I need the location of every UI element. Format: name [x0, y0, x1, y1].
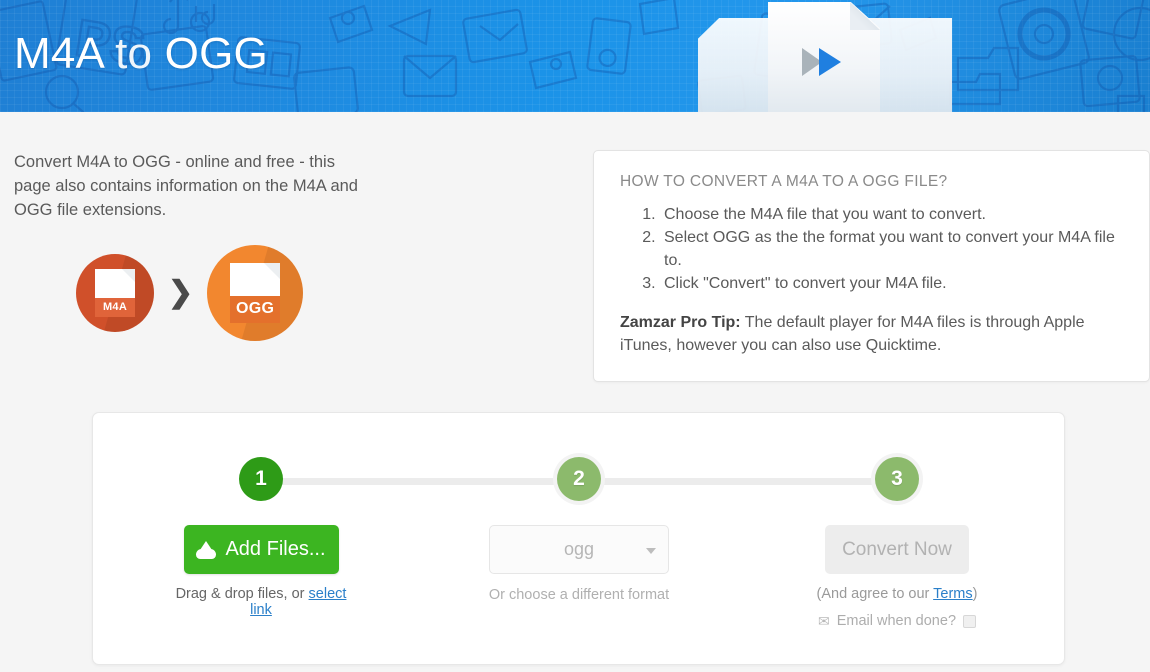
converter-card: 1 2 3 Add Files... Drag & drop files, or…	[92, 412, 1065, 665]
list-item: Select OGG as the the format you want to…	[660, 226, 1123, 272]
target-format-icon: OGG	[207, 245, 304, 341]
step-circle-1: 1	[239, 457, 283, 501]
step-circle-2: 2	[557, 457, 601, 501]
title-source-format: M4A	[14, 29, 103, 78]
banner-document-illustration	[690, 0, 960, 112]
title-connector: to	[115, 29, 153, 78]
format-select-value: ogg	[563, 539, 595, 559]
play-triangle-blue	[819, 48, 841, 76]
step-1-column: Add Files... Drag & drop files, or selec…	[169, 525, 353, 618]
intro-description: Convert M4A to OGG - online and free - t…	[14, 153, 358, 219]
drag-drop-text: Drag & drop files, or	[175, 586, 309, 602]
target-format-label: OGG	[230, 296, 281, 323]
pro-tip-label: Zamzar Pro Tip:	[620, 314, 741, 331]
email-notify-row: ✉ Email when done?	[805, 613, 989, 629]
format-select[interactable]: ogg	[489, 525, 669, 574]
add-files-label: Add Files...	[225, 538, 326, 560]
title-target-format: OGG	[164, 29, 268, 78]
source-format-label: M4A	[95, 298, 135, 317]
pro-tip: Zamzar Pro Tip: The default player for M…	[620, 311, 1123, 357]
how-to-convert-panel: HOW TO CONVERT A M4A TO A OGG FILE? Choo…	[593, 150, 1150, 382]
email-notify-label: Email when done?	[836, 613, 957, 629]
page-title: M4A to OGG	[14, 26, 268, 82]
chevron-down-icon	[646, 547, 656, 554]
convert-now-button[interactable]: Convert Now	[825, 525, 969, 574]
terms-prefix: (And agree to our	[816, 586, 934, 602]
format-conversion-icons: M4A ❯ OGG	[76, 245, 304, 341]
email-notify-checkbox[interactable]	[963, 614, 977, 628]
envelope-icon: ✉	[817, 613, 830, 629]
terms-suffix: )	[972, 586, 978, 602]
step-3-column: Convert Now (And agree to our Terms) ✉ E…	[805, 525, 989, 629]
drag-drop-caption: Drag & drop files, or select link	[169, 586, 353, 618]
conversion-arrow-icon: ❯	[168, 276, 194, 309]
terms-agreement: (And agree to our Terms)	[805, 586, 989, 602]
step-circle-3: 3	[875, 457, 919, 501]
source-format-icon: M4A	[76, 254, 154, 332]
list-item: Choose the M4A file that you want to con…	[660, 203, 1123, 226]
list-item: Click "Convert" to convert your M4A file…	[660, 272, 1123, 295]
upload-cloud-icon	[196, 540, 217, 559]
source-file-glyph: M4A	[95, 269, 135, 317]
target-file-glyph: OGG	[230, 263, 281, 323]
conversion-steps-list: Choose the M4A file that you want to con…	[646, 203, 1123, 295]
step-2-column: ogg Or choose a different format	[487, 525, 671, 603]
terms-link[interactable]: Terms	[933, 586, 972, 602]
page-banner: PS M4A to OGG	[0, 0, 1150, 112]
step-indicator: 1 2 3	[93, 457, 1064, 505]
panel-heading: HOW TO CONVERT A M4A TO A OGG FILE?	[620, 173, 948, 190]
format-select-caption: Or choose a different format	[488, 587, 670, 603]
intro-section: Convert M4A to OGG - online and free - t…	[14, 150, 374, 222]
add-files-button[interactable]: Add Files...	[183, 525, 339, 574]
